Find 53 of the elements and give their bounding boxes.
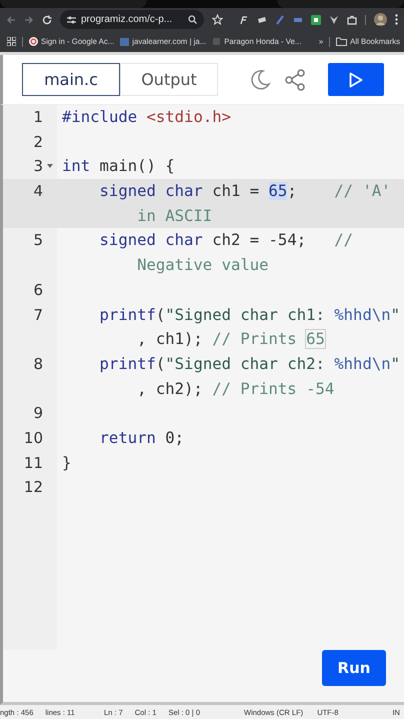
line-number: 12: [24, 477, 43, 498]
line-number: 7: [33, 304, 43, 326]
fold-icon[interactable]: [47, 164, 53, 168]
run-button[interactable]: Run: [322, 650, 386, 686]
moon-icon[interactable]: [249, 68, 271, 90]
extension-icon[interactable]: [311, 14, 322, 24]
line-number: 5: [33, 230, 43, 252]
apps-icon[interactable]: [7, 37, 16, 46]
line-number: 1: [33, 107, 43, 128]
line-number: 9: [33, 403, 43, 424]
line-number: 11: [24, 452, 43, 474]
code-text: printf("Signed char ch1: %hhd\n": [98, 304, 402, 326]
code-text: int main() {: [61, 156, 176, 178]
matched-text: 65: [306, 330, 325, 348]
editor-tab[interactable]: Output: [120, 63, 218, 96]
back-icon[interactable]: [6, 14, 16, 24]
avatar-icon[interactable]: [374, 13, 387, 26]
menu-icon[interactable]: [395, 14, 398, 25]
site-settings-icon[interactable]: [67, 16, 76, 24]
share-icon[interactable]: [285, 68, 306, 90]
puzzle-icon[interactable]: [347, 14, 358, 24]
play-icon: [349, 72, 363, 88]
extension-icon[interactable]: [329, 14, 340, 24]
code-text: return 0;: [98, 428, 186, 449]
zoom-icon[interactable]: [188, 15, 198, 24]
reload-icon[interactable]: [42, 14, 52, 24]
forward-icon[interactable]: [24, 14, 34, 24]
line-number: 2: [33, 132, 43, 153]
extension-icon[interactable]: [239, 14, 250, 24]
code-text: , ch1); // Prints 65: [136, 329, 326, 350]
line-number: 3: [33, 156, 43, 178]
code-text: signed char ch1 = 65; // 'A': [98, 181, 392, 202]
code-text: #include <stdio.h>: [61, 107, 232, 128]
code-text: Negative value: [136, 255, 270, 276]
folder-icon[interactable]: [336, 37, 348, 46]
line-number: 8: [33, 354, 43, 375]
editor-tab[interactable]: main.c: [22, 63, 120, 96]
google-icon[interactable]: [29, 37, 38, 46]
address-bar[interactable]: programiz.com/c-p...: [60, 10, 204, 29]
run-button[interactable]: [328, 63, 384, 96]
pen-icon[interactable]: [275, 14, 286, 24]
code-text: in ASCII: [136, 206, 214, 227]
selected-text: 65: [268, 182, 288, 200]
code-text: signed char ch2 = -54; //: [98, 230, 354, 252]
code-text: , ch2); // Prints -54: [136, 378, 336, 400]
star-icon[interactable]: [212, 14, 224, 25]
code-text: }: [61, 452, 72, 474]
line-number: 4: [33, 181, 43, 202]
extension-icon[interactable]: [257, 14, 268, 24]
site-icon[interactable]: [120, 37, 130, 46]
line-number: 6: [33, 280, 43, 301]
line-number: 10: [24, 428, 43, 449]
code-text: printf("Signed char ch2: %hhd\n": [98, 354, 402, 375]
